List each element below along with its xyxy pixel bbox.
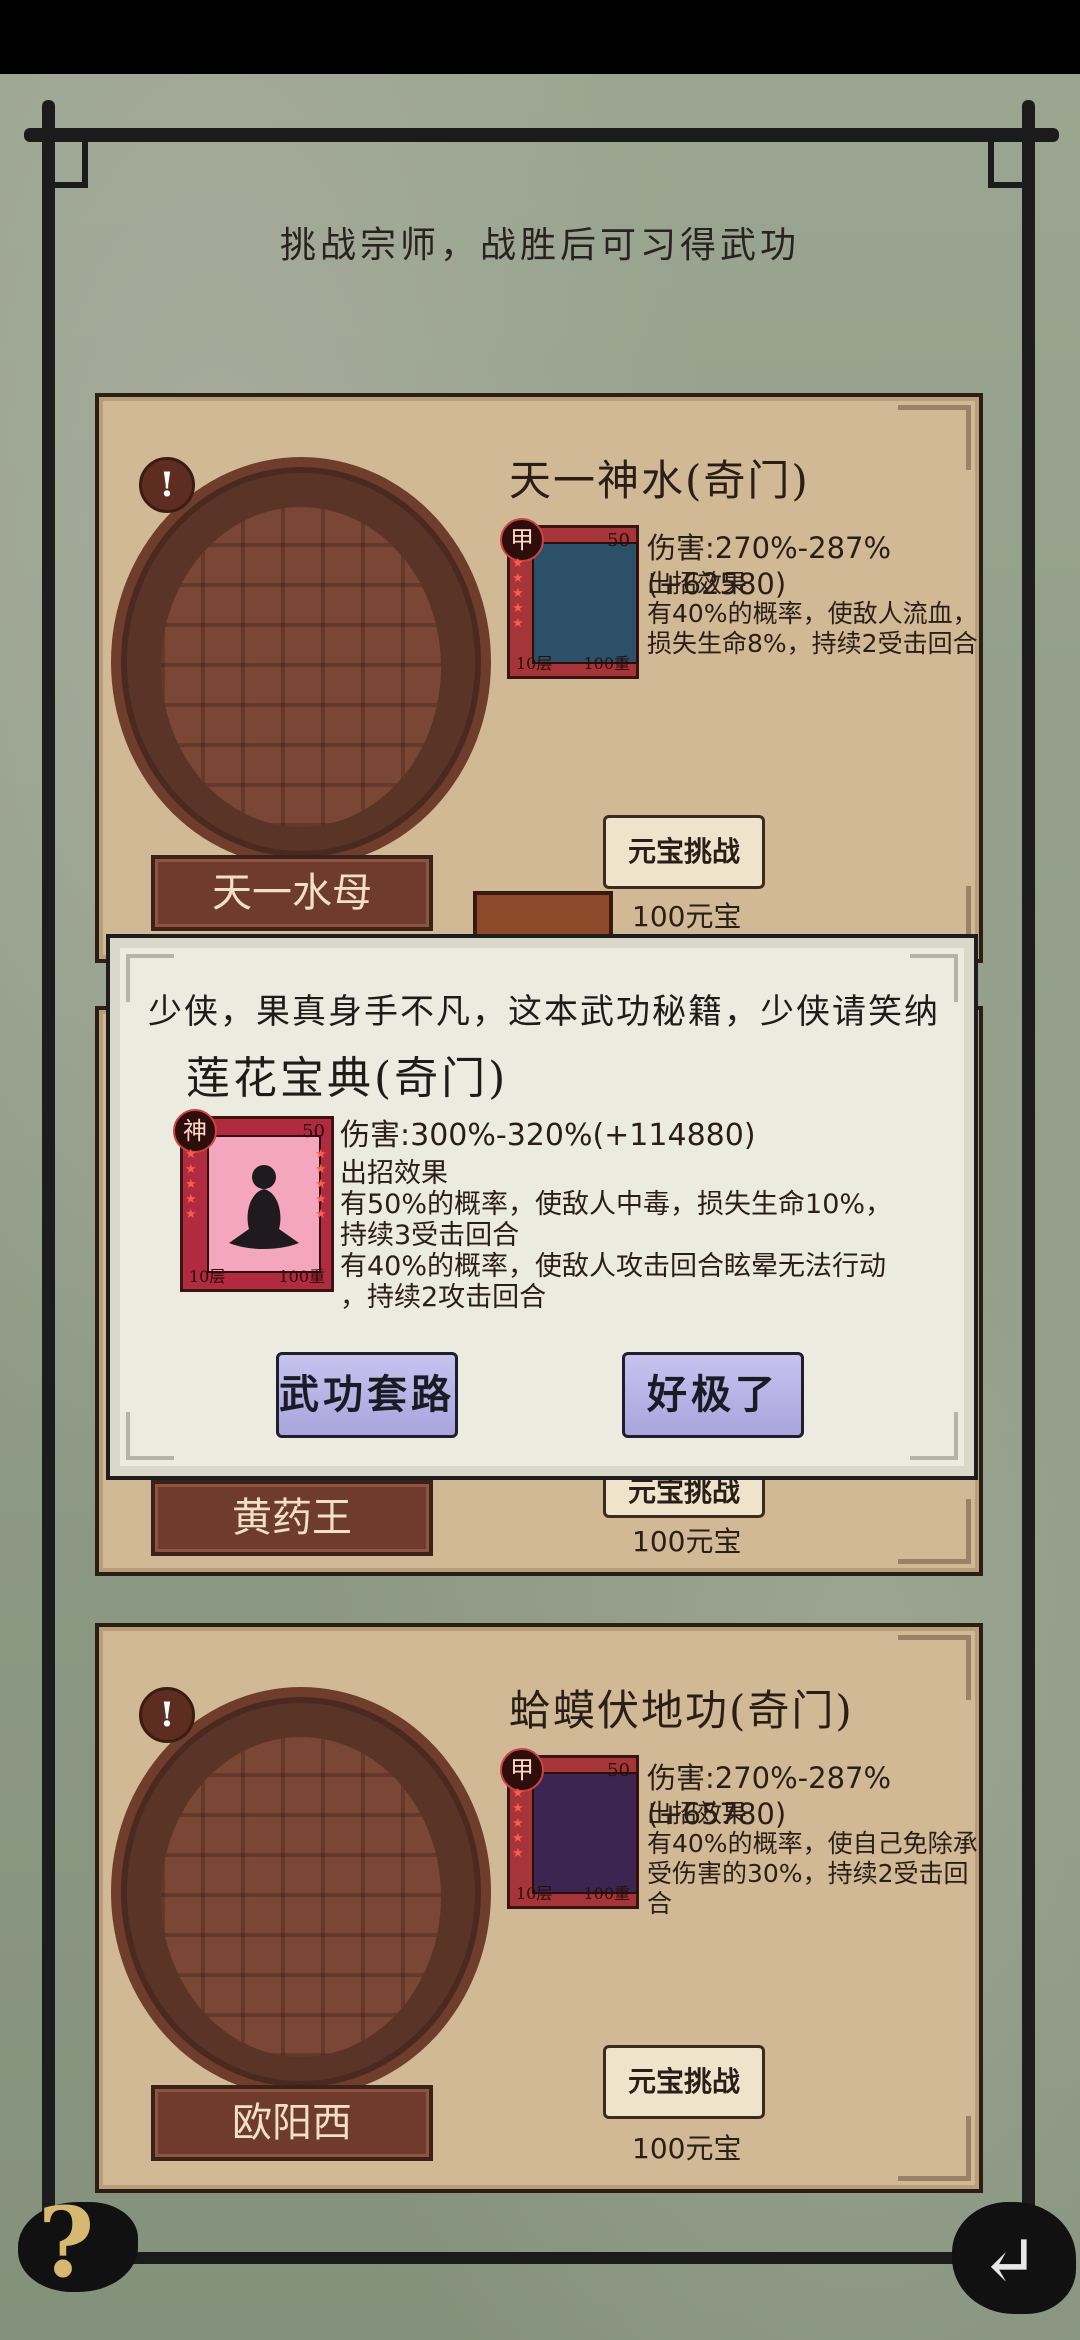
skill-title: 蛤蟆伏地功(奇门) xyxy=(509,1686,854,1735)
effect-text: 有40%的概率，使敌人流血，损失生命8%，持续2受击回合 xyxy=(647,599,978,658)
meditating-figure-icon xyxy=(229,1165,299,1249)
fret-decoration xyxy=(898,2116,971,2181)
skill-level: 50 xyxy=(607,1760,630,1781)
master-card-1: ! 天一水母 天一神水(奇门) 甲 50 ★ ★ ★ ★ ★ 10层 100重 伤害:2… xyxy=(95,393,983,1051)
return-arrow-icon: ↵ xyxy=(980,2220,1039,2302)
effect-line: 持续3受击回合 xyxy=(340,1220,520,1251)
confirm-button[interactable]: 好极了 xyxy=(622,1352,804,1438)
reward-skill-icon[interactable]: 神 50 ★ ★ ★ ★ ★ ★ ★ ★ ★ ★ 10层 100重 xyxy=(173,1109,334,1292)
master-name: 天一水母 xyxy=(151,855,433,931)
skill-weight: 100重 xyxy=(278,1267,325,1286)
toad-icon xyxy=(532,1772,638,1894)
frame-left xyxy=(42,100,55,2260)
fret-decoration xyxy=(898,405,971,470)
effect-label: 出招效果 xyxy=(647,1799,748,1828)
skill-weight: 100重 xyxy=(583,654,630,673)
dialog-skill-effect: 出招效果 有50%的概率，使敌人中毒，损失生命10%， 持续3受击回合 有40%… xyxy=(340,1158,960,1313)
skill-layer: 10层 xyxy=(516,654,553,673)
frame-corner-tr xyxy=(988,142,1034,188)
star-column-icon: ★ ★ ★ ★ ★ xyxy=(315,1147,327,1222)
challenge-cost: 100元宝 xyxy=(632,1525,742,1558)
master-name: 黄药王 xyxy=(151,1480,433,1556)
master-portrait[interactable] xyxy=(111,1687,491,2097)
master-card-3: ! 欧阳西 蛤蟆伏地功(奇门) 甲 50 ★ ★ ★ ★ ★ 10层 100重 伤害:2… xyxy=(95,1623,983,2193)
skill-level: 50 xyxy=(302,1121,325,1142)
fret-decoration xyxy=(898,1499,971,1564)
skill-level: 50 xyxy=(607,530,630,551)
lotus-meditation-icon xyxy=(207,1135,321,1273)
skill-effect: 出招效果 有40%的概率，使自己免除承受伤害的30%，持续2受击回合 xyxy=(647,1799,987,1919)
challenge-cost: 100元宝 xyxy=(632,2132,742,2165)
effect-label: 出招效果 xyxy=(340,1158,448,1189)
star-column-icon: ★ ★ ★ ★ ★ xyxy=(185,1147,197,1222)
skill-icon[interactable]: 甲 50 ★ ★ ★ ★ ★ 10层 100重 xyxy=(500,1748,639,1909)
question-mark-icon: ? xyxy=(38,2186,95,2299)
alert-icon[interactable]: ! xyxy=(139,457,195,513)
alert-icon[interactable]: ! xyxy=(139,1687,195,1743)
wave-icon xyxy=(532,542,638,664)
dialog-skill-title: 莲花宝典(奇门) xyxy=(186,1053,509,1104)
challenge-cost: 100元宝 xyxy=(632,900,742,933)
frame-top xyxy=(24,128,1059,142)
skill-effect: 出招效果 有40%的概率，使敌人流血，损失生命8%，持续2受击回合 xyxy=(647,569,987,659)
effect-label: 出招效果 xyxy=(647,569,748,598)
master-name: 欧阳西 xyxy=(151,2085,433,2161)
dialog-corner-decoration xyxy=(910,1412,958,1460)
ingot-challenge-button[interactable]: 元宝挑战 xyxy=(603,815,765,889)
star-column-icon: ★ ★ ★ ★ ★ xyxy=(512,1786,524,1861)
frame-bottom xyxy=(42,2252,1032,2264)
reward-dialog: 少侠，果真身手不凡，这本武功秘籍，少侠请笑纳 莲花宝典(奇门) 神 50 ★ ★ ★… xyxy=(106,934,978,1480)
master-portrait[interactable] xyxy=(111,457,491,867)
skill-layer: 10层 xyxy=(516,1884,553,1903)
effect-text: 有40%的概率，使自己免除承受伤害的30%，持续2受击回合 xyxy=(647,1829,978,1918)
skill-layer: 10层 xyxy=(189,1267,226,1286)
effect-line: 有40%的概率，使敌人攻击回合眩晕无法行动 xyxy=(340,1251,887,1282)
dialog-message: 少侠，果真身手不凡，这本武功秘籍，少侠请笑纳 xyxy=(148,992,940,1032)
effect-line: ，持续2攻击回合 xyxy=(340,1282,547,1313)
star-column-icon: ★ ★ ★ ★ ★ xyxy=(512,556,524,631)
status-bar xyxy=(0,0,1080,74)
skill-title: 天一神水(奇门) xyxy=(509,456,810,505)
dialog-corner-decoration xyxy=(126,1412,174,1460)
page-header: 挑战宗师，战胜后可习得武功 xyxy=(279,225,800,266)
martial-arts-routine-button[interactable]: 武功套路 xyxy=(276,1352,458,1438)
dialog-skill-damage: 伤害:300%-320%(+114880) xyxy=(340,1118,756,1153)
ingot-challenge-button[interactable]: 元宝挑战 xyxy=(603,2045,765,2119)
back-button[interactable]: ↵ xyxy=(944,2186,1080,2340)
portrait-window xyxy=(161,507,441,827)
portrait-window xyxy=(161,1737,441,2057)
skill-icon[interactable]: 甲 50 ★ ★ ★ ★ ★ 10层 100重 xyxy=(500,518,639,679)
skill-weight: 100重 xyxy=(583,1884,630,1903)
frame-right xyxy=(1022,100,1035,2260)
fret-decoration xyxy=(898,1635,971,1700)
frame-corner-tl xyxy=(42,142,88,188)
effect-line: 有50%的概率，使敌人中毒，损失生命10%， xyxy=(340,1189,893,1220)
help-button[interactable]: ? xyxy=(18,2186,138,2299)
